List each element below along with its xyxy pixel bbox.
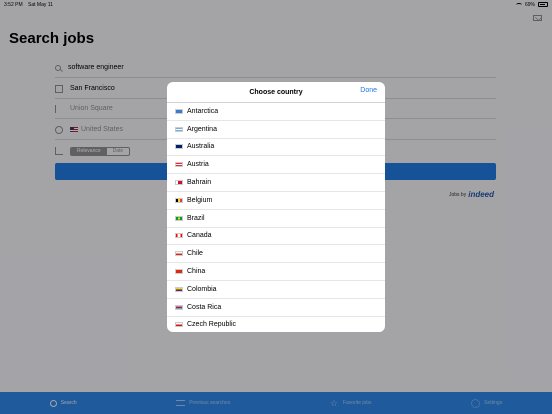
country-name: Argentina: [187, 125, 217, 133]
co-flag-icon: [175, 286, 183, 292]
cn-flag-icon: [175, 269, 183, 275]
country-name: Chile: [187, 250, 203, 258]
modal-header: Choose country Done: [167, 82, 385, 103]
country-name: Belgium: [187, 196, 213, 204]
country-list[interactable]: Antarctica Argentina Australia Austria Bahra…: [167, 103, 385, 332]
country-name: China: [187, 268, 206, 276]
country-item-brazil[interactable]: Brazil: [167, 210, 385, 228]
cl-flag-icon: [175, 251, 183, 257]
ca-flag-icon: [175, 233, 183, 239]
choose-country-modal: Choose country Done Antarctica Argentina A…: [167, 82, 385, 332]
country-name: Colombia: [187, 285, 217, 293]
country-item-antarctica[interactable]: Antarctica: [167, 103, 385, 121]
country-name: Costa Rica: [187, 303, 222, 311]
ar-flag-icon: [175, 126, 183, 132]
country-name: Brazil: [187, 214, 205, 222]
country-item-bahrain[interactable]: Bahrain: [167, 174, 385, 192]
country-name: Australia: [187, 143, 215, 151]
country-item-australia[interactable]: Australia: [167, 139, 385, 157]
country-item-austria[interactable]: Austria: [167, 156, 385, 175]
be-flag-icon: [175, 197, 183, 203]
bh-flag-icon: [175, 180, 183, 186]
done-button[interactable]: Done: [360, 87, 377, 94]
cz-flag-icon: [175, 322, 183, 328]
country-name: Czech Republic: [187, 321, 237, 329]
country-name: Austria: [187, 161, 209, 169]
country-item-canada[interactable]: Canada: [167, 228, 385, 246]
country-item-czech-republic[interactable]: Czech Republic: [167, 317, 385, 332]
country-item-argentina[interactable]: Argentina: [167, 121, 385, 139]
country-item-colombia[interactable]: Colombia: [167, 281, 385, 299]
br-flag-icon: [175, 215, 183, 221]
country-item-china[interactable]: China: [167, 263, 385, 281]
modal-title: Choose country: [249, 88, 303, 96]
au-flag-icon: [175, 144, 183, 150]
country-name: Bahrain: [187, 179, 212, 187]
cr-flag-icon: [175, 304, 183, 310]
country-name: Antarctica: [187, 107, 219, 115]
country-item-belgium[interactable]: Belgium: [167, 192, 385, 210]
country-item-costa-rica[interactable]: Costa Rica: [167, 299, 385, 317]
at-flag-icon: [175, 162, 183, 168]
country-name: Canada: [187, 232, 212, 240]
country-item-chile[interactable]: Chile: [167, 245, 385, 264]
aq-flag-icon: [175, 108, 183, 114]
